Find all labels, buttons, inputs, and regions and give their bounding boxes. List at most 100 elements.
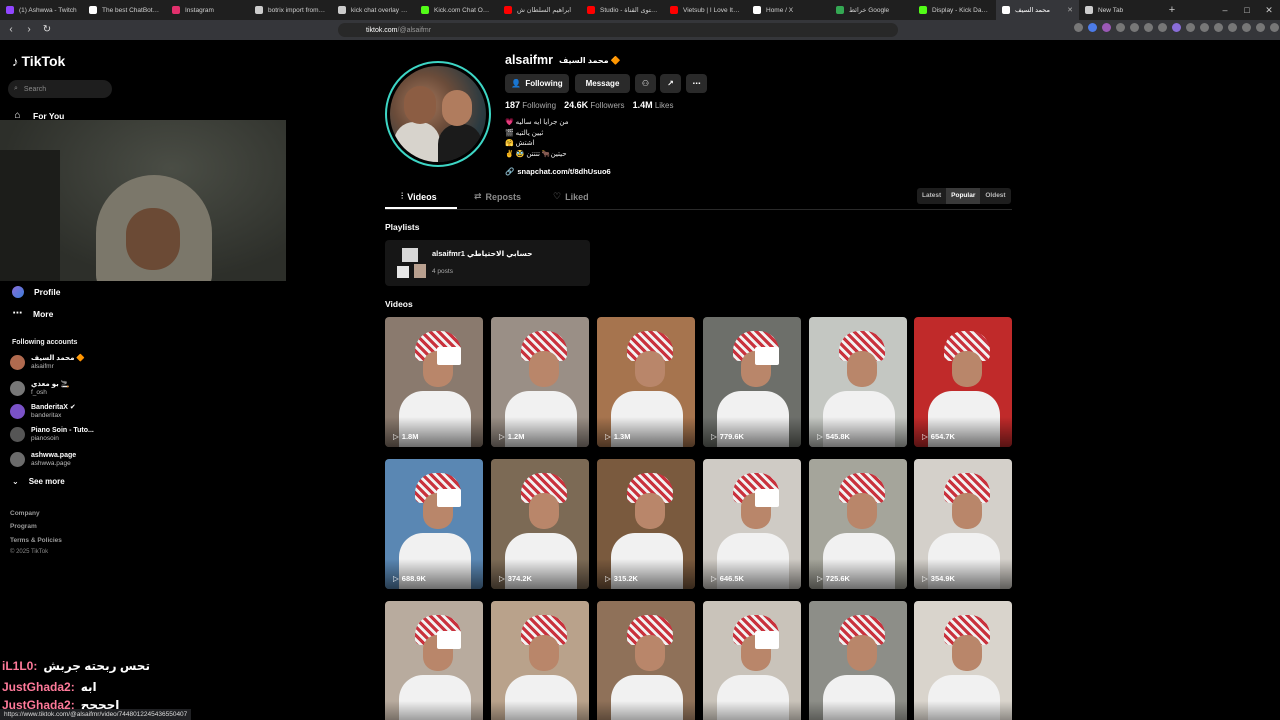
- search-input[interactable]: ⌕ Search: [8, 80, 112, 98]
- url-field[interactable]: tiktok.com/@alsaifmr: [338, 23, 898, 37]
- thumbnail-face: [847, 351, 877, 387]
- tab-reposts-label: Reposts: [485, 191, 522, 202]
- extension-icon[interactable]: [1256, 23, 1265, 32]
- video-card[interactable]: ▷ 646.5K: [703, 459, 801, 589]
- extension-icon[interactable]: [1270, 23, 1279, 32]
- browser-tab[interactable]: خرائط Google: [830, 0, 913, 20]
- extension-icon[interactable]: [1130, 23, 1139, 32]
- message-button[interactable]: Message: [575, 74, 630, 93]
- video-card[interactable]: ▷ 654.7K: [914, 317, 1012, 447]
- video-views: ▷ 725.6K: [817, 574, 850, 583]
- account-handle: banderitax: [31, 412, 62, 419]
- bio-link[interactable]: 🔗 snapchat.com/t/8dhUsuo6: [505, 167, 611, 176]
- extension-icon[interactable]: [1144, 23, 1153, 32]
- video-card[interactable]: ▷ 354.9K: [914, 459, 1012, 589]
- video-card[interactable]: ▷ 725.6K: [809, 459, 907, 589]
- more-options-button[interactable]: ⋯: [686, 74, 707, 93]
- profile-avatar[interactable]: [385, 61, 491, 167]
- tab-videos[interactable]: ⫶ Videos: [401, 191, 437, 202]
- following-account[interactable]: بو معذي 🚬 f_osh: [10, 380, 69, 397]
- extension-icon[interactable]: [1228, 23, 1237, 32]
- playlist-card[interactable]: alsaifmr1 حسابي الاحتياطي 4 posts: [385, 240, 590, 286]
- sort-latest[interactable]: Latest: [917, 188, 946, 204]
- extension-icon[interactable]: [1214, 23, 1223, 32]
- browser-tab[interactable]: محمد السيف ✕: [996, 0, 1079, 20]
- footer-company[interactable]: Company: [10, 510, 40, 517]
- following-account[interactable]: محمد السيف 🔶 alsaifmr: [10, 354, 85, 371]
- browser-tab[interactable]: Studio - محتوى القناة: [581, 0, 664, 20]
- extension-icon[interactable]: [1088, 23, 1097, 32]
- followers-stat[interactable]: 24.6K Followers: [564, 100, 625, 110]
- back-icon[interactable]: ‹: [4, 23, 18, 37]
- browser-tab[interactable]: New Tab: [1079, 0, 1162, 20]
- extension-icon[interactable]: [1074, 23, 1083, 32]
- browser-tab[interactable]: ابراهيم السلطان ش: [498, 0, 581, 20]
- copyright: © 2025 TikTok: [10, 549, 49, 555]
- minimize-icon[interactable]: –: [1214, 0, 1236, 20]
- see-more-button[interactable]: ⌄ See more: [12, 477, 65, 486]
- video-card[interactable]: [914, 601, 1012, 720]
- extension-icon[interactable]: [1158, 23, 1167, 32]
- close-window-icon[interactable]: ✕: [1258, 0, 1280, 20]
- extension-icon[interactable]: [1172, 23, 1181, 32]
- following-account[interactable]: Piano Soin - Tuto... pianosoin: [10, 426, 94, 443]
- forward-icon[interactable]: ›: [22, 23, 36, 37]
- video-card[interactable]: [597, 601, 695, 720]
- tiktok-logo[interactable]: ♪ TikTok: [12, 53, 65, 69]
- thumbnail-shade: [809, 701, 907, 720]
- video-card[interactable]: ▷ 1.2M: [491, 317, 589, 447]
- play-icon: ▷: [711, 574, 717, 583]
- footer-program[interactable]: Program: [10, 523, 37, 530]
- browser-tab-title: Vietsub | I Love It - Ic: [683, 6, 741, 14]
- following-account[interactable]: ashwwa.page ashwwa.page: [10, 451, 76, 468]
- video-card[interactable]: [809, 601, 907, 720]
- browser-tab[interactable]: Home / X: [747, 0, 830, 20]
- video-card[interactable]: ▷ 688.9K: [385, 459, 483, 589]
- extension-icon[interactable]: [1242, 23, 1251, 32]
- video-card[interactable]: ▷ 1.3M: [597, 317, 695, 447]
- chevron-down-icon: ⌄: [12, 477, 19, 486]
- add-friend-button[interactable]: ⚇: [635, 74, 656, 93]
- footer-terms[interactable]: Terms & Policies: [10, 537, 62, 544]
- following-button[interactable]: 👤 Following: [505, 74, 569, 93]
- video-card[interactable]: ▷ 1.8M: [385, 317, 483, 447]
- browser-tab[interactable]: Vietsub | I Love It - Ic: [664, 0, 747, 20]
- reload-icon[interactable]: ↻: [40, 23, 54, 37]
- video-card[interactable]: [385, 601, 483, 720]
- video-card[interactable]: ▷ 545.8K: [809, 317, 907, 447]
- nav-profile[interactable]: Profile: [12, 286, 60, 298]
- profile-stats: 187 Following 24.6K Followers 1.4M Likes: [505, 100, 674, 110]
- nav-for-you-label: For You: [33, 110, 65, 121]
- sort-oldest[interactable]: Oldest: [980, 188, 1010, 204]
- video-card[interactable]: ▷ 374.2K: [491, 459, 589, 589]
- share-button[interactable]: ↗: [660, 74, 681, 93]
- browser-tab[interactable]: (1) Ashwwa - Twitch: [0, 0, 83, 20]
- account-handle: alsaifmr: [31, 363, 54, 370]
- tab-favicon-icon: [670, 6, 678, 14]
- browser-tab[interactable]: botrix import from str: [249, 0, 332, 20]
- tab-reposts[interactable]: ⇄ Reposts: [474, 191, 521, 202]
- extension-icon[interactable]: [1200, 23, 1209, 32]
- video-card[interactable]: ▷ 779.6K: [703, 317, 801, 447]
- extension-icon[interactable]: [1116, 23, 1125, 32]
- browser-tab[interactable]: Kick.com Chat Overlay: [415, 0, 498, 20]
- browser-tab[interactable]: The best ChatBot and: [83, 0, 166, 20]
- nav-more[interactable]: ⋯ More: [12, 308, 54, 319]
- extension-icon[interactable]: [1186, 23, 1195, 32]
- following-account[interactable]: BanderitaX ✔ banderitax: [10, 403, 76, 420]
- video-card[interactable]: [491, 601, 589, 720]
- video-card[interactable]: ▷ 315.2K: [597, 459, 695, 589]
- video-card[interactable]: [703, 601, 801, 720]
- maximize-icon[interactable]: □: [1236, 0, 1258, 20]
- new-tab-button[interactable]: +: [1162, 4, 1182, 16]
- extension-icon[interactable]: [1102, 23, 1111, 32]
- close-tab-icon[interactable]: ✕: [1067, 6, 1073, 14]
- video-views: ▷ 688.9K: [393, 574, 426, 583]
- tab-liked[interactable]: ♡ Liked: [553, 191, 589, 202]
- browser-tab[interactable]: kick chat overlay - بحث: [332, 0, 415, 20]
- browser-tab[interactable]: Instagram: [166, 0, 249, 20]
- avatar: [10, 381, 25, 396]
- browser-tab[interactable]: Display - Kick Dashbo: [913, 0, 996, 20]
- following-stat[interactable]: 187 Following: [505, 100, 556, 110]
- sort-popular[interactable]: Popular: [946, 188, 981, 204]
